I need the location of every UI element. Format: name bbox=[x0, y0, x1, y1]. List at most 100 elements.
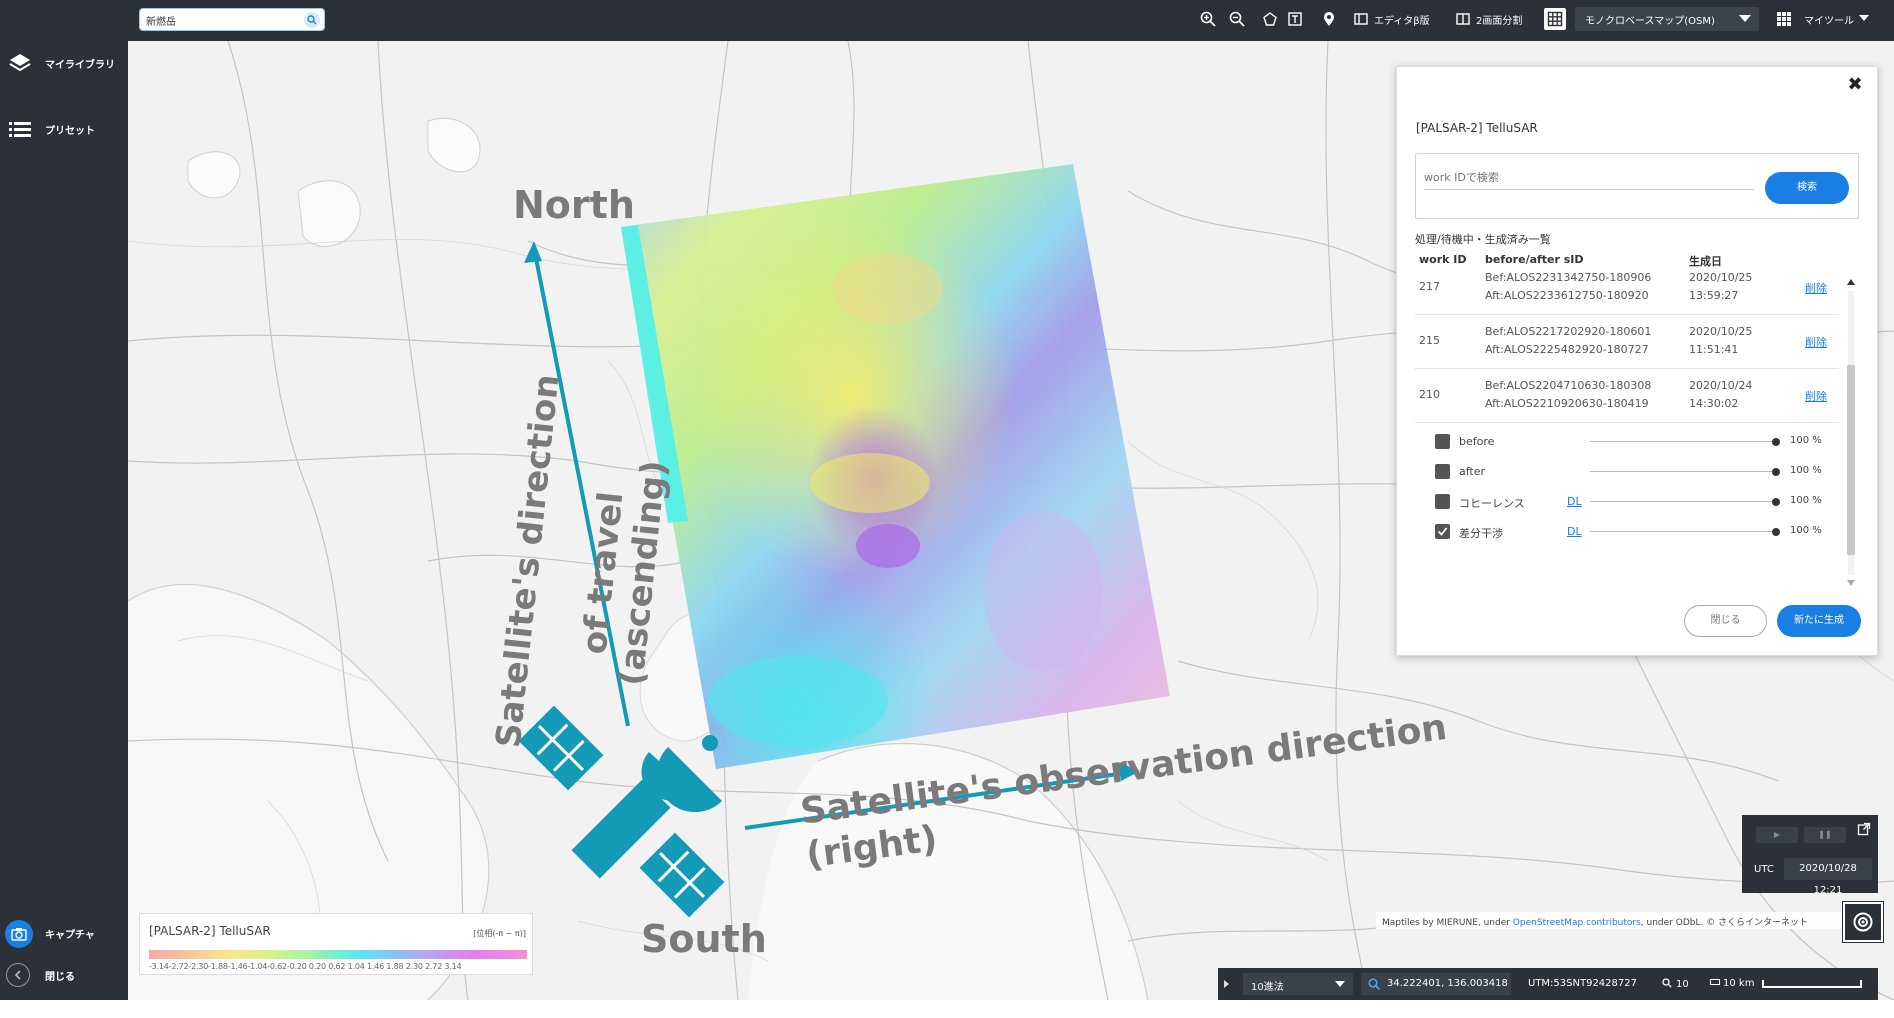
scale-readout: 10 km bbox=[1710, 978, 1754, 989]
utm-readout: UTM:53SNT92428727 bbox=[1528, 978, 1637, 989]
list-icon bbox=[8, 117, 32, 141]
editor-label[interactable]: エディタβ版 bbox=[1374, 12, 1430, 27]
generate-new-button[interactable]: 新たに生成 bbox=[1777, 605, 1861, 637]
download-link[interactable]: DL bbox=[1567, 495, 1582, 508]
polygon-icon[interactable] bbox=[1259, 8, 1281, 30]
opacity-value: 100 % bbox=[1790, 525, 1822, 536]
column-header-work-id: work ID bbox=[1419, 253, 1467, 266]
editor-icon[interactable] bbox=[1350, 8, 1372, 30]
zoom-icon bbox=[1662, 978, 1672, 988]
zoom-value: 10 bbox=[1676, 979, 1689, 990]
work-id-search: 検索 bbox=[1415, 153, 1859, 219]
opacity-slider[interactable] bbox=[1590, 501, 1776, 502]
work-id-search-input[interactable] bbox=[1424, 166, 1754, 190]
download-link[interactable]: DL bbox=[1567, 525, 1582, 538]
mytool-label[interactable]: マイツール bbox=[1804, 12, 1854, 27]
osm-link[interactable]: OpenStreetMap contributors bbox=[1513, 918, 1641, 928]
opacity-slider[interactable] bbox=[1590, 441, 1776, 442]
coordinate-format-select[interactable]: 10進法 bbox=[1243, 973, 1353, 995]
layer-checkbox[interactable] bbox=[1435, 494, 1450, 509]
layer-name: コヒーレンス bbox=[1459, 497, 1525, 510]
sidebar-item-label: マイライブラリ bbox=[45, 60, 115, 71]
column-header-scene-ids: before/after sID bbox=[1485, 253, 1584, 266]
delete-link[interactable]: 削除 bbox=[1805, 280, 1827, 296]
delete-link[interactable]: 削除 bbox=[1805, 334, 1827, 350]
legend-title: [PALSAR-2] TelluSAR bbox=[149, 924, 271, 938]
capture-label: キャプチャ bbox=[45, 930, 95, 941]
opacity-value: 100 % bbox=[1790, 465, 1822, 476]
scroll-thumb[interactable] bbox=[1847, 365, 1855, 555]
chevron-down-icon bbox=[1335, 981, 1345, 987]
search-button[interactable]: 検索 bbox=[1765, 172, 1849, 204]
scroll-up-icon[interactable] bbox=[1847, 279, 1855, 285]
row-before-id: Bef:ALOS2231342750-180906 bbox=[1485, 273, 1652, 284]
place-search-input[interactable] bbox=[146, 12, 296, 28]
table-row[interactable]: 210 Bef:ALOS2204710630-180308 Aft:ALOS22… bbox=[1415, 369, 1839, 423]
search-icon[interactable] bbox=[304, 12, 320, 28]
layer-checkbox[interactable] bbox=[1435, 464, 1450, 479]
search-icon bbox=[1368, 978, 1380, 990]
row-time: 13:59:27 bbox=[1689, 289, 1739, 302]
current-location-button[interactable] bbox=[1842, 901, 1884, 943]
layers-icon bbox=[8, 51, 32, 75]
legend-unit: [位相(-π ~ π)] bbox=[473, 929, 526, 938]
layer-row-coherence: コヒーレンス DL 100 % bbox=[1435, 491, 1839, 513]
opacity-slider-handle[interactable] bbox=[1772, 498, 1780, 506]
legend-tick-labels: -3.14-2.72-2.30-1.88-1.46-1.04-0.62-0.20… bbox=[149, 962, 462, 971]
opacity-slider-handle[interactable] bbox=[1772, 438, 1780, 446]
layer-name: after bbox=[1459, 465, 1486, 478]
pin-icon[interactable] bbox=[1318, 8, 1340, 30]
table-row[interactable]: 217 Bef:ALOS2231342750-180906 Aft:ALOS22… bbox=[1415, 273, 1839, 315]
split-screen-label[interactable]: 2画面分割 bbox=[1476, 12, 1522, 27]
text-box-icon[interactable] bbox=[1284, 8, 1306, 30]
delete-link[interactable]: 削除 bbox=[1805, 388, 1827, 404]
layer-checkbox[interactable] bbox=[1435, 434, 1450, 449]
target-icon bbox=[1853, 912, 1873, 932]
basemap-select[interactable]: モノクロベースマップ(OSM) bbox=[1575, 7, 1759, 31]
panel-scrollbar[interactable] bbox=[1845, 277, 1857, 589]
collapse-sidebar-button[interactable]: 閉じる bbox=[0, 955, 128, 995]
row-date: 2020/10/24 bbox=[1689, 379, 1753, 392]
pause-icon[interactable]: ❚❚ bbox=[1804, 827, 1846, 843]
zoom-readout: 10 bbox=[1662, 978, 1689, 990]
row-after-id: Aft:ALOS2233612750-180920 bbox=[1485, 289, 1649, 302]
opacity-slider[interactable] bbox=[1590, 471, 1776, 472]
split-screen-icon[interactable] bbox=[1452, 8, 1474, 30]
sidebar-item-label: プリセット bbox=[45, 126, 95, 137]
opacity-slider-handle[interactable] bbox=[1772, 468, 1780, 476]
chevron-down-icon bbox=[1739, 15, 1751, 22]
zoom-out-icon[interactable] bbox=[1226, 8, 1248, 30]
row-after-id: Aft:ALOS2225482920-180727 bbox=[1485, 343, 1649, 356]
opacity-slider-handle[interactable] bbox=[1772, 528, 1780, 536]
collapse-status-icon[interactable] bbox=[1224, 980, 1229, 988]
layer-row-before: before 100 % bbox=[1435, 431, 1839, 453]
datetime-field[interactable]: 2020/10/28 12:21 bbox=[1784, 858, 1872, 896]
time-controller: ▶ ❚❚ UTC 2020/10/28 12:21 bbox=[1742, 815, 1878, 896]
coordinate-search[interactable]: 34.222401, 136.003418 bbox=[1361, 973, 1511, 995]
close-icon[interactable]: ✖ bbox=[1845, 75, 1865, 95]
close-button[interactable]: 閉じる bbox=[1684, 605, 1767, 637]
play-icon[interactable]: ▶ bbox=[1756, 827, 1798, 843]
place-search[interactable] bbox=[139, 8, 325, 31]
sidebar-item-my-library[interactable]: マイライブラリ bbox=[0, 43, 128, 83]
row-date: 2020/10/25 bbox=[1689, 325, 1753, 338]
zoom-in-icon[interactable] bbox=[1197, 8, 1219, 30]
opacity-slider[interactable] bbox=[1590, 531, 1776, 532]
row-time: 14:30:02 bbox=[1689, 397, 1739, 410]
layer-checkbox-checked[interactable] bbox=[1435, 524, 1450, 539]
sidebar-item-presets[interactable]: プリセット bbox=[0, 109, 128, 149]
top-toolbar: エディタβ版 2画面分割 モノクロベースマップ(OSM) マイツール bbox=[0, 0, 1894, 41]
row-after-id: Aft:ALOS2210920630-180419 bbox=[1485, 397, 1649, 410]
mytool-chevron-down-icon[interactable] bbox=[1859, 15, 1869, 21]
row-work-id: 217 bbox=[1419, 280, 1440, 293]
panel-title: [PALSAR-2] TelluSAR bbox=[1416, 121, 1538, 135]
capture-button[interactable]: キャプチャ bbox=[0, 913, 128, 953]
phase-legend: [PALSAR-2] TelluSAR [位相(-π ~ π)] -3.14-2… bbox=[139, 913, 533, 975]
scroll-down-icon[interactable] bbox=[1847, 580, 1855, 586]
grid-icon[interactable] bbox=[1544, 8, 1566, 30]
table-row[interactable]: 215 Bef:ALOS2217202920-180601 Aft:ALOS22… bbox=[1415, 315, 1839, 369]
scale-value: 10 km bbox=[1723, 978, 1755, 989]
popout-icon[interactable] bbox=[1857, 821, 1871, 836]
work-table: 217 Bef:ALOS2231342750-180906 Aft:ALOS22… bbox=[1415, 273, 1839, 589]
apps-grid-icon[interactable] bbox=[1773, 8, 1795, 30]
